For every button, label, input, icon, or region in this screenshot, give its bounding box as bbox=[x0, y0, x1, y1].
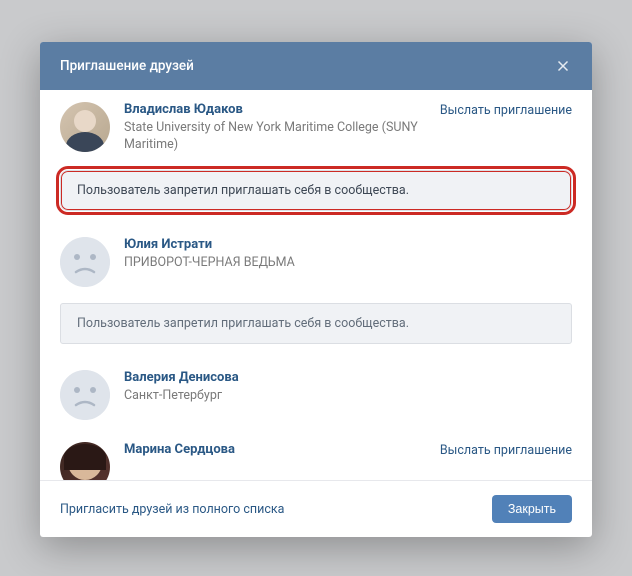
friend-name-link[interactable]: Владислав Юдаков bbox=[124, 102, 430, 117]
avatar[interactable] bbox=[60, 237, 110, 287]
friends-list[interactable]: Владислав Юдаков State University of New… bbox=[40, 90, 592, 480]
friend-row: Валерия Денисова Санкт-Петербург bbox=[40, 358, 592, 430]
modal-title: Приглашение друзей bbox=[60, 58, 194, 74]
avatar[interactable] bbox=[60, 442, 110, 480]
invite-friends-modal: Приглашение друзей Владислав Юдаков Stat… bbox=[40, 42, 592, 537]
close-button[interactable]: Закрыть bbox=[492, 495, 572, 523]
friend-info: Владислав Юдаков State University of New… bbox=[124, 102, 430, 154]
avatar[interactable] bbox=[60, 370, 110, 420]
friend-info: Марина Сердцова bbox=[124, 442, 430, 460]
friend-info: Юлия Истрати ПРИВОРОТ-ЧЕРНАЯ ВЕДЬМА bbox=[124, 237, 572, 272]
friend-row: Марина Сердцова Выслать приглашение bbox=[40, 430, 592, 480]
avatar[interactable] bbox=[60, 102, 110, 152]
friend-name-link[interactable]: Юлия Истрати bbox=[124, 237, 572, 252]
friend-name-link[interactable]: Марина Сердцова bbox=[124, 442, 430, 457]
friend-subtitle: State University of New York Maritime Co… bbox=[124, 120, 430, 154]
close-icon[interactable] bbox=[554, 57, 572, 75]
send-invite-link[interactable]: Выслать приглашение bbox=[440, 443, 572, 458]
invite-from-full-list-link[interactable]: Пригласить друзей из полного списка bbox=[60, 502, 284, 517]
friend-subtitle: ПРИВОРОТ-ЧЕРНАЯ ВЕДЬМА bbox=[124, 255, 572, 272]
friend-info: Валерия Денисова Санкт-Петербург bbox=[124, 370, 572, 405]
blocked-invite-notice: Пользователь запретил приглашать себя в … bbox=[60, 303, 572, 344]
modal-footer: Пригласить друзей из полного списка Закр… bbox=[40, 480, 592, 537]
friend-row: Владислав Юдаков State University of New… bbox=[40, 90, 592, 164]
friend-row: Юлия Истрати ПРИВОРОТ-ЧЕРНАЯ ВЕДЬМА bbox=[40, 225, 592, 297]
friend-name-link[interactable]: Валерия Денисова bbox=[124, 370, 572, 385]
send-invite-link[interactable]: Выслать приглашение bbox=[440, 103, 572, 118]
blocked-invite-notice: Пользователь запретил приглашать себя в … bbox=[60, 170, 572, 211]
friend-subtitle: Санкт-Петербург bbox=[124, 388, 572, 405]
modal-header: Приглашение друзей bbox=[40, 42, 592, 90]
